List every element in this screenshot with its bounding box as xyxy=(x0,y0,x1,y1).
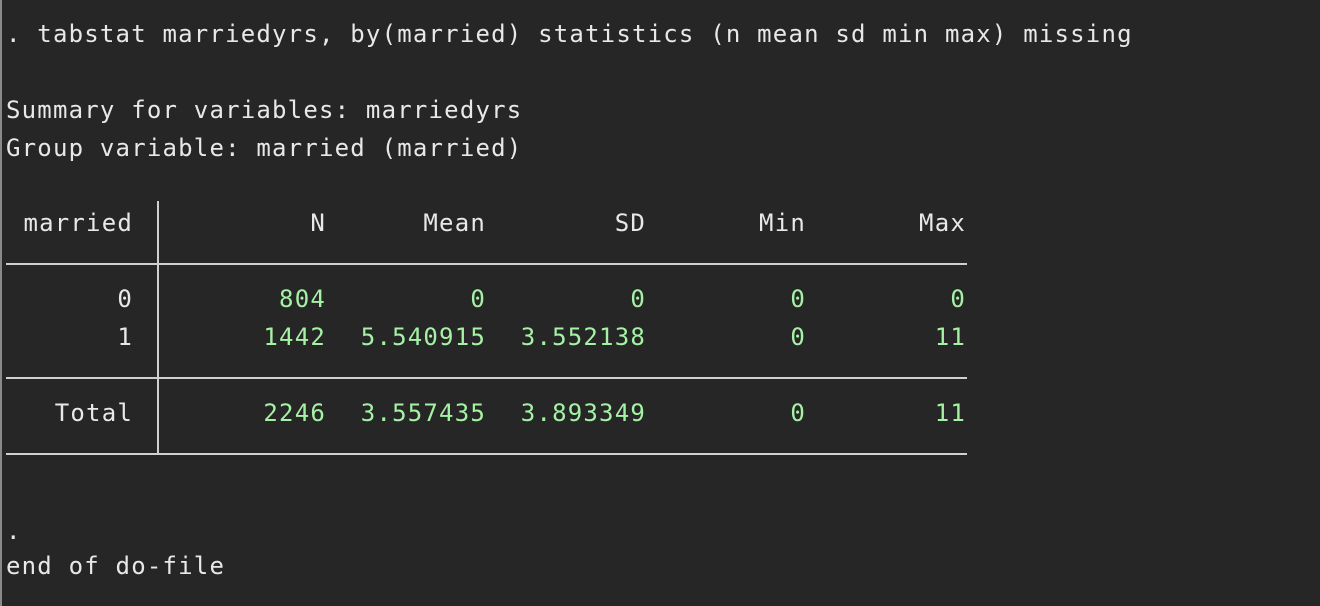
header-married: married xyxy=(23,209,133,237)
cell-n: 804 xyxy=(279,285,326,313)
cell-mean: 0 xyxy=(470,285,486,313)
end-dot: . xyxy=(6,517,22,545)
end-of-do-file: end of do-file xyxy=(6,552,226,580)
header-divider xyxy=(6,263,967,265)
cell-n: 1442 xyxy=(263,323,326,351)
header-sd: SD xyxy=(614,209,646,237)
cell-min: 0 xyxy=(790,323,806,351)
cell-max: 11 xyxy=(934,323,966,351)
header-n: N xyxy=(310,209,326,237)
group-line: Group variable: married (married) xyxy=(6,134,523,162)
summary-line: Summary for variables: marriedyrs xyxy=(6,96,523,124)
header-max: Max xyxy=(919,209,966,237)
total-label: Total xyxy=(54,399,133,427)
window-left-edge xyxy=(0,0,2,606)
row-label: 0 xyxy=(117,285,133,313)
row-label: 1 xyxy=(117,323,133,351)
command-line: . tabstat marriedyrs, by(married) statis… xyxy=(6,20,1133,48)
header-min: Min xyxy=(759,209,806,237)
total-mean: 3.557435 xyxy=(360,399,486,427)
total-max: 11 xyxy=(934,399,966,427)
label-column-divider xyxy=(157,201,159,454)
cell-sd: 0 xyxy=(630,285,646,313)
header-mean: Mean xyxy=(423,209,486,237)
cell-max: 0 xyxy=(950,285,966,313)
table-bottom-divider xyxy=(6,453,967,455)
total-min: 0 xyxy=(790,399,806,427)
total-divider xyxy=(6,377,967,379)
total-sd: 3.893349 xyxy=(520,399,646,427)
total-n: 2246 xyxy=(263,399,326,427)
cell-min: 0 xyxy=(790,285,806,313)
cell-sd: 3.552138 xyxy=(520,323,646,351)
cell-mean: 5.540915 xyxy=(360,323,486,351)
